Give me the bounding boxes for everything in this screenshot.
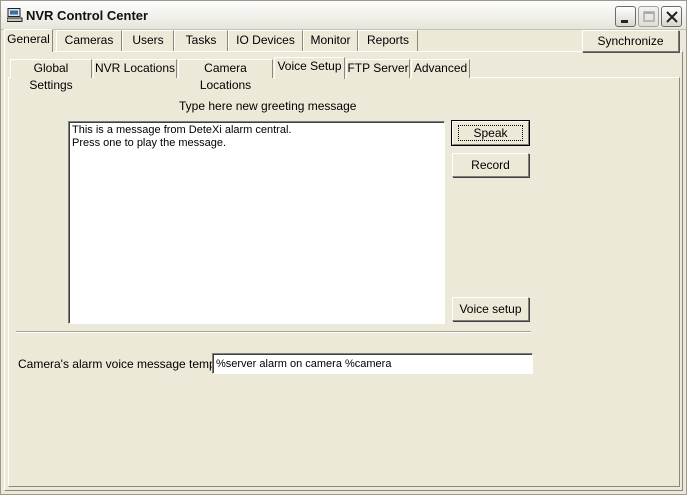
greeting-label: Type here new greeting message [179, 99, 357, 113]
subtab-advanced[interactable]: Advanced [411, 59, 470, 78]
tab-users[interactable]: Users [122, 30, 174, 51]
section-divider [16, 331, 531, 333]
close-button[interactable] [661, 6, 682, 27]
synchronize-button[interactable]: Synchronize [582, 30, 679, 52]
app-window: NVR Control Center General Cameras Users… [0, 0, 687, 495]
record-button[interactable]: Record [452, 153, 529, 177]
tab-monitor[interactable]: Monitor [303, 30, 358, 51]
subtab-ftp-server[interactable]: FTP Server [346, 59, 410, 78]
subtab-camera-locations[interactable]: Camera Locations [178, 59, 273, 92]
alarm-template-input[interactable] [212, 353, 533, 374]
voice-setup-button[interactable]: Voice setup [452, 297, 529, 321]
tab-tasks[interactable]: Tasks [174, 30, 228, 51]
tab-io-devices[interactable]: IO Devices [228, 30, 303, 51]
subtab-global-settings[interactable]: Global Settings [10, 59, 92, 92]
close-icon [666, 11, 678, 23]
maximize-icon [643, 11, 655, 22]
tab-cameras[interactable]: Cameras [56, 30, 122, 51]
computer-icon [6, 8, 23, 22]
tab-general[interactable]: General [4, 29, 53, 52]
speak-button[interactable]: Speak [451, 120, 530, 146]
tab-reports[interactable]: Reports [358, 30, 418, 51]
maximize-button[interactable] [638, 6, 659, 27]
minimize-button[interactable] [615, 6, 636, 27]
template-label: Camera's alarm voice message template: [18, 357, 239, 371]
greeting-message-textarea[interactable]: This is a message from DeteXi alarm cent… [68, 121, 445, 324]
subtab-nvr-locations[interactable]: NVR Locations [93, 59, 177, 78]
minimize-icon [621, 20, 628, 23]
window-title: NVR Control Center [26, 8, 149, 23]
subtab-voice-setup[interactable]: Voice Setup [274, 57, 345, 79]
title-bar[interactable]: NVR Control Center [1, 1, 686, 30]
